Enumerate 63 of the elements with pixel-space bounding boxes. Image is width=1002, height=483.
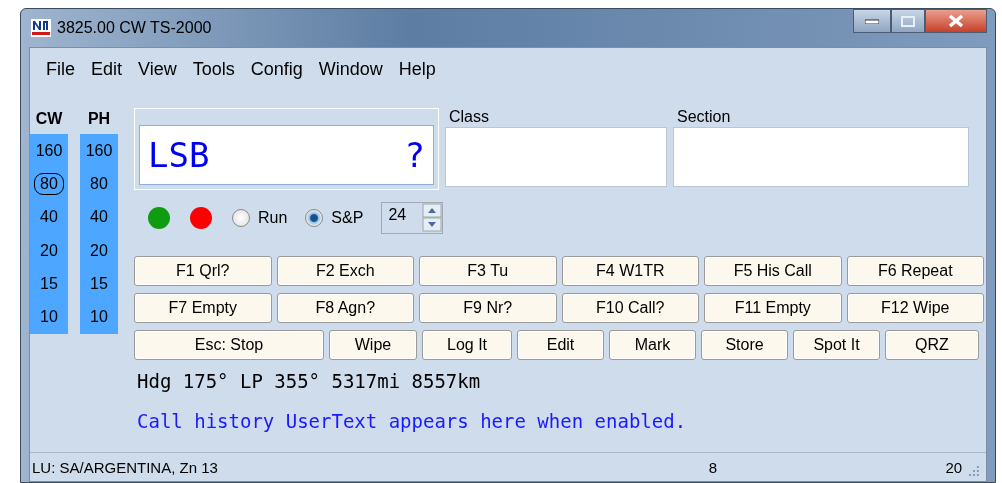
band-item[interactable]: 160: [29, 139, 69, 162]
mode-radio[interactable]: Run: [232, 209, 288, 227]
function-key-button[interactable]: F12 Wipe: [846, 293, 984, 323]
band-item[interactable]: 40: [34, 206, 64, 229]
close-icon: [948, 14, 964, 28]
band-item[interactable]: 160: [79, 139, 119, 162]
function-key-button[interactable]: F10 Call?: [561, 293, 699, 323]
close-button[interactable]: [925, 9, 987, 33]
field-label: Class: [448, 108, 490, 124]
menu-item[interactable]: Config: [242, 58, 311, 80]
function-key-button[interactable]: F3 Tu: [419, 256, 557, 286]
maximize-icon: [901, 15, 915, 27]
band-item[interactable]: 10: [34, 306, 64, 329]
zone-text: 20: [945, 458, 963, 476]
maximize-button[interactable]: [891, 9, 925, 33]
band-item[interactable]: 20: [34, 239, 64, 262]
app-logo-icon: [31, 19, 51, 37]
minimize-button[interactable]: [853, 9, 891, 33]
user-text: Call history UserText appears here when enabled.: [137, 410, 688, 432]
action-button[interactable]: Esc: Stop: [134, 330, 324, 360]
section-field[interactable]: [673, 127, 969, 187]
band-header: PH: [87, 109, 111, 129]
band-item[interactable]: 80: [34, 173, 64, 195]
resize-grip-icon: [968, 465, 980, 477]
band-item[interactable]: 10: [84, 306, 114, 329]
menu-item[interactable]: Help: [390, 58, 444, 80]
function-key-button[interactable]: F7 Empty: [134, 293, 272, 323]
band-item[interactable]: 15: [34, 272, 64, 295]
call-field[interactable]: LSB ?: [139, 125, 434, 185]
number-spinner[interactable]: 24: [381, 202, 444, 234]
menu-item[interactable]: Window: [310, 58, 391, 80]
function-key-button[interactable]: F11 Empty: [704, 293, 842, 323]
field-label: Section: [676, 108, 732, 124]
band-item[interactable]: 20: [84, 239, 114, 262]
function-key-button[interactable]: F6 Repeat: [846, 256, 984, 286]
function-key-button[interactable]: F5 His Call: [704, 256, 842, 286]
class-field[interactable]: [445, 127, 667, 187]
location-text: LU: SA/ARGENTINA, Zn 13: [32, 458, 219, 476]
action-button[interactable]: Edit: [517, 330, 604, 360]
band-item[interactable]: 15: [84, 272, 114, 295]
minimize-icon: [865, 18, 879, 24]
heading-info: Hdg 175° LP 355° 5317mi 8557km: [137, 370, 482, 394]
action-button[interactable]: Store: [701, 330, 788, 360]
action-button[interactable]: Mark: [609, 330, 696, 360]
function-key-button[interactable]: F1 Qrl?: [134, 256, 272, 286]
action-button[interactable]: Log It: [422, 330, 512, 360]
band-item[interactable]: 40: [84, 206, 114, 229]
band-header: CW: [35, 109, 63, 129]
mode-radio[interactable]: S&P: [305, 209, 364, 227]
menu-item[interactable]: Edit: [83, 58, 131, 80]
band-item[interactable]: 80: [84, 173, 114, 195]
menu-item[interactable]: Tools: [184, 58, 243, 80]
action-button[interactable]: Spot It: [793, 330, 880, 360]
function-key-button[interactable]: F2 Exch: [276, 256, 414, 286]
menu-item[interactable]: View: [130, 58, 185, 80]
action-button[interactable]: QRZ: [885, 330, 979, 360]
menu-item[interactable]: File: [38, 58, 83, 80]
window-title: 3825.00 CW TS-2000: [57, 19, 212, 37]
action-button[interactable]: Wipe: [329, 330, 417, 360]
count-text: 8: [708, 458, 719, 476]
function-key-button[interactable]: F4 W1TR: [561, 256, 699, 286]
function-key-button[interactable]: F9 Nr?: [419, 293, 557, 323]
function-key-button[interactable]: F8 Agn?: [276, 293, 414, 323]
